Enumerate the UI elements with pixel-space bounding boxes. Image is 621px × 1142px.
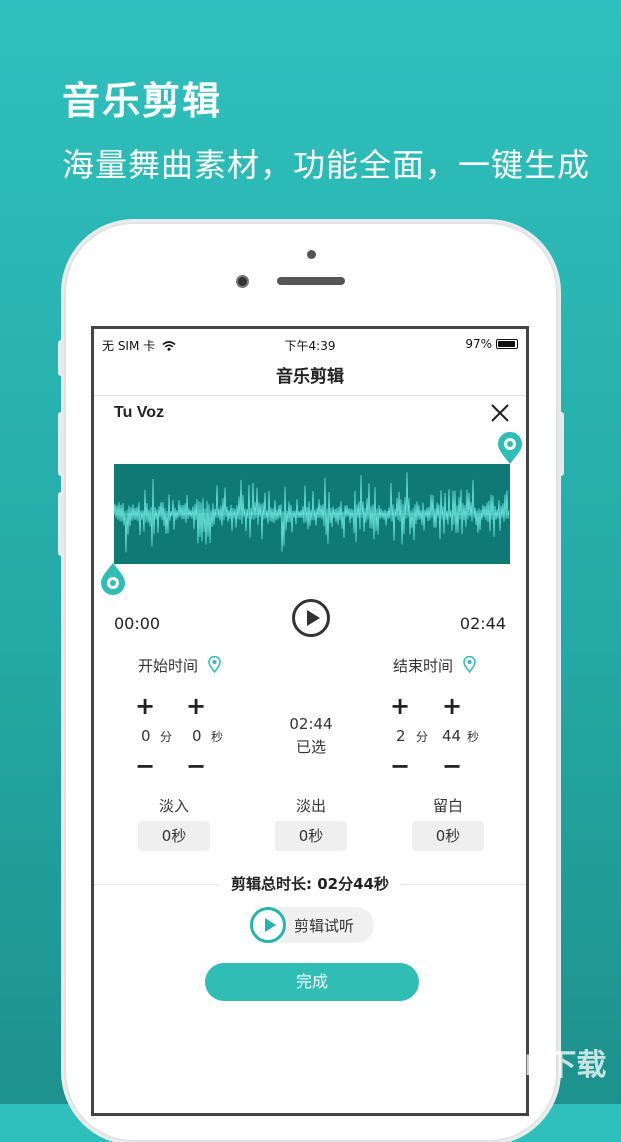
- end-seconds-unit: 秒: [467, 730, 480, 744]
- total-duration-row: 剪辑总时长: 02分44秒: [94, 873, 526, 894]
- song-title: Tu Voz: [114, 404, 165, 421]
- watermark: KK下载: [503, 1049, 607, 1082]
- waveform-trace: [114, 472, 510, 553]
- nav-title: 音乐剪辑: [276, 367, 344, 387]
- end-second-plus-button[interactable]: +: [442, 694, 462, 718]
- track-start-time: 00:00: [114, 614, 161, 633]
- fade-in-label: 淡入: [158, 797, 189, 815]
- total-duration-text: 剪辑总时长: 02分44秒: [219, 875, 401, 893]
- status-time: 下午4:39: [284, 339, 336, 353]
- battery-status: 97%: [465, 337, 518, 351]
- end-time-text: 结束时间: [393, 657, 454, 675]
- blank-value[interactable]: 0秒: [412, 821, 484, 851]
- volume-down-button: [58, 492, 64, 556]
- start-minute-plus-button[interactable]: +: [135, 694, 155, 718]
- start-seconds-value: 0: [192, 727, 202, 745]
- fade-out-value[interactable]: 0秒: [275, 821, 347, 851]
- fade-in-value[interactable]: 0秒: [138, 821, 210, 851]
- start-minute-minus-button[interactable]: −: [135, 754, 155, 778]
- end-minute-plus-button[interactable]: +: [390, 694, 410, 718]
- fade-out-label: 淡出: [295, 797, 326, 815]
- close-icon[interactable]: [488, 401, 512, 425]
- waveform[interactable]: [114, 464, 510, 564]
- start-minutes-unit: 分: [160, 730, 173, 744]
- play-icon: [250, 907, 286, 943]
- app-screen: 无 SIM 卡 下午4:39 97% 音乐剪辑 Tu Voz 00:00 02:…: [91, 326, 529, 1116]
- start-marker-pin-icon[interactable]: [100, 562, 126, 596]
- end-minutes-unit: 分: [416, 730, 429, 744]
- power-button: [558, 412, 564, 476]
- promo-title: 音乐剪辑: [62, 79, 223, 123]
- promo-subtitle: 海量舞曲素材，功能全面，一键生成: [62, 146, 591, 184]
- selected-duration: 02:44: [289, 715, 333, 733]
- mute-switch: [58, 340, 64, 376]
- map-pin-icon: [208, 656, 221, 673]
- end-time-label: 结束时间: [393, 655, 476, 676]
- preview-clip-button[interactable]: 剪辑试听: [250, 907, 374, 943]
- start-minutes-value: 0: [141, 727, 151, 745]
- preview-label: 剪辑试听: [294, 917, 355, 935]
- map-pin-icon: [463, 656, 476, 673]
- start-time-label: 开始时间: [138, 655, 221, 676]
- start-second-plus-button[interactable]: +: [186, 694, 206, 718]
- proximity-sensor: [307, 250, 316, 259]
- front-camera: [236, 275, 249, 288]
- done-button[interactable]: 完成: [205, 963, 419, 1001]
- end-minutes-value: 2: [396, 727, 406, 745]
- end-marker-pin-icon[interactable]: [497, 431, 523, 465]
- start-time-text: 开始时间: [138, 657, 199, 675]
- end-minute-minus-button[interactable]: −: [390, 754, 410, 778]
- blank-label: 留白: [432, 797, 463, 815]
- play-button[interactable]: [292, 599, 330, 637]
- battery-icon: [496, 339, 518, 349]
- volume-up-button: [58, 412, 64, 476]
- end-seconds-value: 44: [442, 727, 462, 745]
- battery-percent: 97%: [465, 337, 492, 351]
- start-seconds-unit: 秒: [211, 730, 224, 744]
- nav-divider: [94, 395, 526, 396]
- status-bar: 无 SIM 卡 下午4:39 97%: [94, 333, 526, 353]
- track-end-time: 02:44: [459, 614, 506, 633]
- start-second-minus-button[interactable]: −: [186, 754, 206, 778]
- earpiece-speaker: [277, 277, 345, 285]
- selected-label: 已选: [295, 738, 326, 756]
- end-second-minus-button[interactable]: −: [442, 754, 462, 778]
